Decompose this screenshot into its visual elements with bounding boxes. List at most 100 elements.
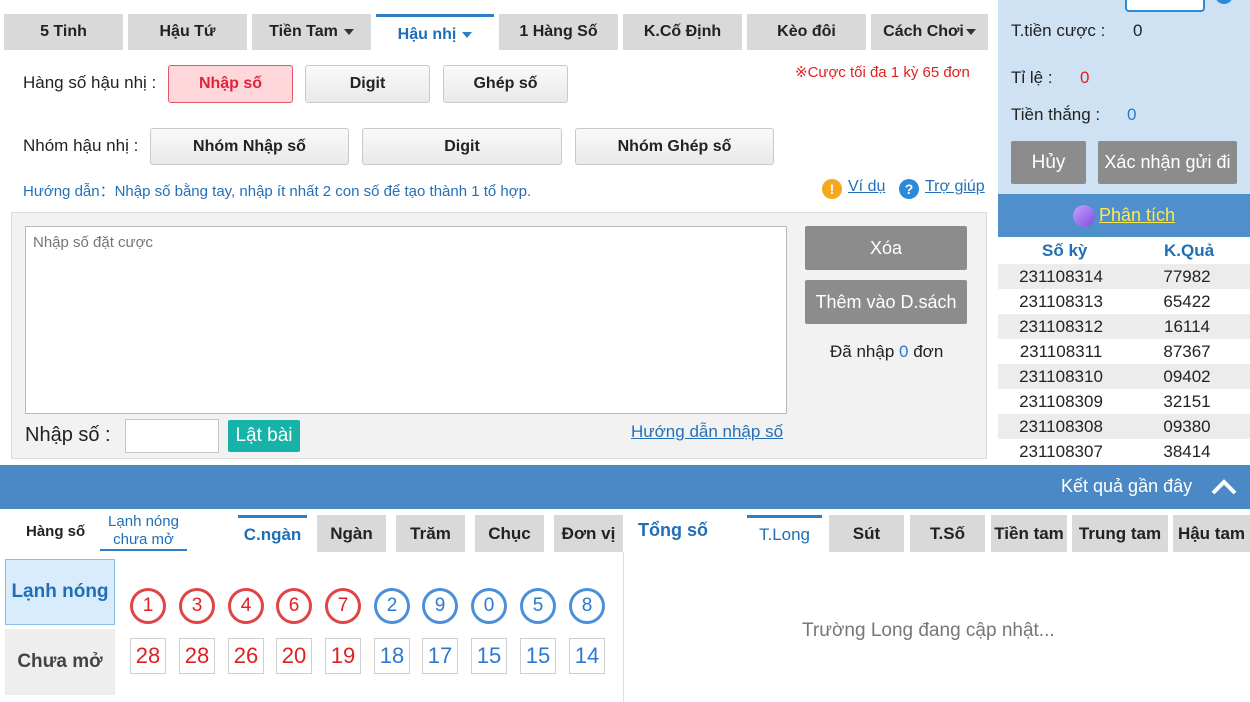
- tab-label: 5 Tinh: [40, 23, 87, 40]
- chevron-up-icon[interactable]: [1210, 477, 1238, 497]
- entered-suffix: đơn: [913, 342, 944, 361]
- result-period: 231108307: [1019, 442, 1103, 461]
- digit-count: 26: [228, 638, 264, 674]
- result-value: 38414: [1163, 442, 1211, 461]
- digit-button[interactable]: Digit: [305, 65, 430, 103]
- input-label: Nhập số :: [25, 424, 111, 446]
- example-link[interactable]: Ví dụ: [848, 178, 885, 196]
- ratio-value: 0: [1080, 68, 1090, 87]
- tab-tram[interactable]: Trăm: [396, 515, 465, 552]
- ghep-so-button[interactable]: Ghép số: [443, 65, 568, 103]
- digit-count: 28: [130, 638, 166, 674]
- result-value: 16114: [1163, 317, 1210, 336]
- entered-count: 0: [899, 342, 909, 361]
- row2-label: Nhóm hậu nhị :: [23, 136, 139, 155]
- digit-count: 18: [374, 638, 410, 674]
- bet-total-label: T.tiền cược :: [1011, 21, 1106, 40]
- group-digit-button[interactable]: Digit: [362, 128, 562, 165]
- tab-k-co-dinh[interactable]: K.Cố Định: [623, 14, 742, 50]
- tab-label: K.Cố Định: [643, 23, 722, 40]
- ratio-label: Tỉ lệ :: [1011, 68, 1053, 87]
- period-column-header: Số kỳ: [1042, 241, 1088, 260]
- long-status-text: Trường Long đang cập nhật...: [802, 620, 1055, 641]
- win-value: 0: [1127, 105, 1137, 124]
- chevron-down-icon: [462, 31, 473, 38]
- result-value: 87367: [1163, 342, 1211, 361]
- help-link[interactable]: Trợ giúp: [925, 178, 985, 196]
- result-period: 231108309: [1019, 392, 1103, 411]
- confirm-send-button[interactable]: Xác nhận gửi đi: [1098, 141, 1237, 184]
- digit-count: 20: [276, 638, 312, 674]
- result-period: 231108312: [1019, 317, 1103, 336]
- result-row: 231108310 09402: [998, 364, 1250, 389]
- result-row: 231108313 65422: [998, 289, 1250, 314]
- hot-digit-ball: 7: [325, 588, 361, 624]
- hot-digit-ball: 8: [569, 588, 605, 624]
- flip-button[interactable]: Lật bài: [228, 420, 300, 452]
- tab-trung-tam[interactable]: Trung tam: [1072, 515, 1168, 552]
- cancel-button[interactable]: Hủy: [1011, 141, 1086, 184]
- result-value: 65422: [1163, 292, 1211, 311]
- tab-tien-tam[interactable]: Tiền Tam: [252, 14, 371, 50]
- bet-total-value: 0: [1133, 21, 1143, 40]
- digit-count: 19: [325, 638, 361, 674]
- stepper-input[interactable]: [1125, 0, 1205, 12]
- tab-sut[interactable]: Sút: [829, 515, 904, 552]
- help-icon: ?: [899, 179, 919, 199]
- chevron-down-icon: [965, 29, 976, 35]
- nhap-so-button[interactable]: Nhập số: [168, 65, 293, 103]
- result-period: 231108313: [1019, 292, 1103, 311]
- bet-numbers-textarea[interactable]: [25, 226, 787, 414]
- tab-keo-doi[interactable]: Kèo đôi: [747, 14, 866, 50]
- result-value: 77982: [1163, 267, 1211, 286]
- digit-count: 14: [569, 638, 605, 674]
- digit-count: 17: [422, 638, 458, 674]
- result-period: 231108308: [1019, 417, 1103, 436]
- hot-digit-ball: 4: [228, 588, 264, 624]
- tab-5-tinh[interactable]: 5 Tinh: [4, 14, 123, 50]
- number-input[interactable]: [125, 419, 219, 453]
- result-row: 231108312 16114: [998, 314, 1250, 339]
- not-opened-side-tab[interactable]: Chưa mở: [5, 629, 115, 695]
- tab-chuc[interactable]: Chục: [475, 515, 544, 552]
- tab-1-hang-so[interactable]: 1 Hàng Số: [499, 14, 618, 50]
- entered-count-text: Đã nhập 0 đơn: [830, 342, 943, 362]
- chevron-down-icon: [343, 29, 354, 35]
- tab-ngan[interactable]: Ngàn: [317, 515, 386, 552]
- delete-button[interactable]: Xóa: [805, 226, 967, 270]
- tab-hau-nhi[interactable]: Hậu nhị: [376, 14, 494, 52]
- analysis-link[interactable]: Phân tích: [1099, 205, 1175, 226]
- tab-hau-tam[interactable]: Hậu tam: [1173, 515, 1250, 552]
- result-value: 32151: [1163, 392, 1211, 411]
- result-column-header: K.Quả: [1164, 241, 1215, 260]
- result-row: 231108308 09380: [998, 414, 1250, 439]
- guide-text: Hướng dẫn：Nhập số bằng tay, nhập ít nhất…: [23, 183, 532, 200]
- row1-label: Hàng số hậu nhị :: [23, 73, 157, 92]
- group-ghep-so-button[interactable]: Nhóm Ghép số: [575, 128, 774, 165]
- tab-t-so[interactable]: T.Số: [910, 515, 985, 552]
- hot-digit-ball: 6: [276, 588, 312, 624]
- hot-digit-ball: 2: [374, 588, 410, 624]
- hot-digit-ball: 9: [422, 588, 458, 624]
- tab-tien-tam-long[interactable]: Tiền tam: [991, 515, 1067, 552]
- group-nhap-so-button[interactable]: Nhóm Nhập số: [150, 128, 349, 165]
- recent-results-title: Kết quả gần đây: [1061, 476, 1193, 496]
- result-value: 09402: [1163, 367, 1211, 386]
- tab-cach-choi[interactable]: Cách Chơi: [871, 14, 988, 50]
- add-to-list-button[interactable]: Thêm vào D.sách: [805, 280, 967, 324]
- tong-so-label[interactable]: Tổng số: [638, 520, 708, 541]
- entry-guide-link[interactable]: Hướng dẫn nhập số: [631, 422, 783, 442]
- chart-icon: [1072, 204, 1095, 227]
- tab-label: Cách Chơi: [883, 23, 964, 40]
- win-label: Tiền thắng :: [1011, 105, 1101, 124]
- tab-hau-tu[interactable]: Hậu Tứ: [128, 14, 247, 50]
- lanh-nong-tab[interactable]: Lạnh nóng chưa mở: [100, 513, 187, 551]
- max-bet-note: ※Cược tối đa 1 kỳ 65 đơn: [795, 64, 970, 81]
- tab-label: Tiền Tam: [269, 23, 338, 40]
- tab-t-long[interactable]: T.Long: [747, 515, 822, 552]
- tab-don-vi[interactable]: Đơn vị: [554, 515, 623, 552]
- result-period: 231108310: [1019, 367, 1103, 386]
- tab-c-ngan[interactable]: C.ngàn: [238, 515, 307, 552]
- hang-so-label: Hàng số: [26, 523, 86, 540]
- hot-cold-side-tab[interactable]: Lạnh nóng: [5, 559, 115, 625]
